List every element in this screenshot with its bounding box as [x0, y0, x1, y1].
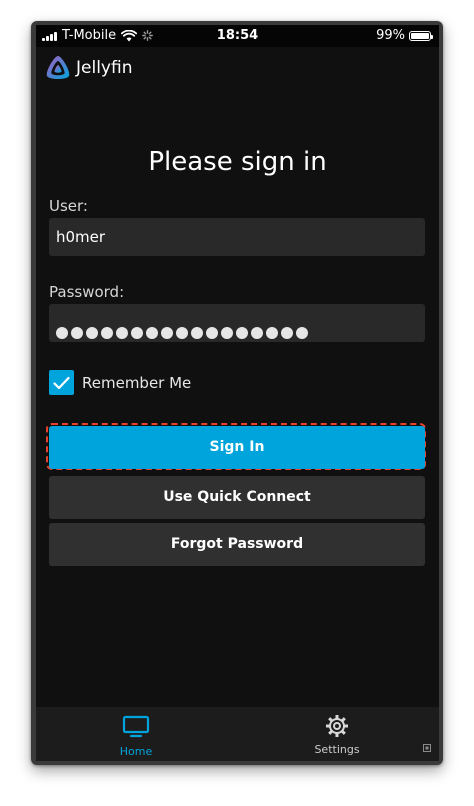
status-right: 99% [376, 28, 433, 43]
status-bar: T-Mobile 18:54 99% [36, 25, 439, 47]
password-dot [176, 327, 188, 339]
app-name: Jellyfin [76, 58, 133, 78]
password-mask [56, 314, 308, 352]
password-dot [266, 327, 278, 339]
password-dot [71, 327, 83, 339]
password-dot [116, 327, 128, 339]
battery-percent: 99% [376, 28, 405, 43]
screen-mirror-icon [423, 744, 431, 752]
password-dot [206, 327, 218, 339]
tv-icon [122, 715, 150, 738]
tab-settings-label: Settings [314, 743, 360, 756]
jellyfin-logo-icon [46, 56, 70, 79]
password-dot [146, 327, 158, 339]
tab-home[interactable]: Home [36, 707, 236, 761]
password-dot [86, 327, 98, 339]
password-dot [131, 327, 143, 339]
gear-icon [326, 715, 348, 737]
password-dot [236, 327, 248, 339]
password-dot [56, 327, 68, 339]
password-dot [221, 327, 233, 339]
app-header: Jellyfin [36, 47, 439, 89]
forgot-password-button[interactable]: Forgot Password [49, 523, 425, 566]
password-dot [191, 327, 203, 339]
tab-settings[interactable]: Settings [237, 707, 437, 761]
page-title: Please sign in [148, 147, 327, 177]
user-label: User: [49, 197, 88, 215]
password-dot [251, 327, 263, 339]
remember-me-checkbox[interactable] [49, 370, 74, 395]
checkmark-icon [53, 376, 70, 389]
remember-me-row[interactable]: Remember Me [49, 370, 191, 395]
remember-me-label: Remember Me [82, 373, 192, 392]
password-label: Password: [49, 283, 125, 301]
password-dot [101, 327, 113, 339]
password-dot [296, 327, 308, 339]
quick-connect-button[interactable]: Use Quick Connect [49, 476, 425, 519]
user-input[interactable]: h0mer [49, 218, 425, 256]
tab-home-label: Home [119, 745, 153, 758]
tab-bar: Home Settings [36, 707, 439, 761]
sign-in-button[interactable]: Sign In [49, 426, 425, 469]
password-dot [281, 327, 293, 339]
password-dot [161, 327, 173, 339]
battery-icon [409, 30, 433, 41]
app-screen: T-Mobile 18:54 99% Jellyfin Please sign … [36, 25, 439, 761]
